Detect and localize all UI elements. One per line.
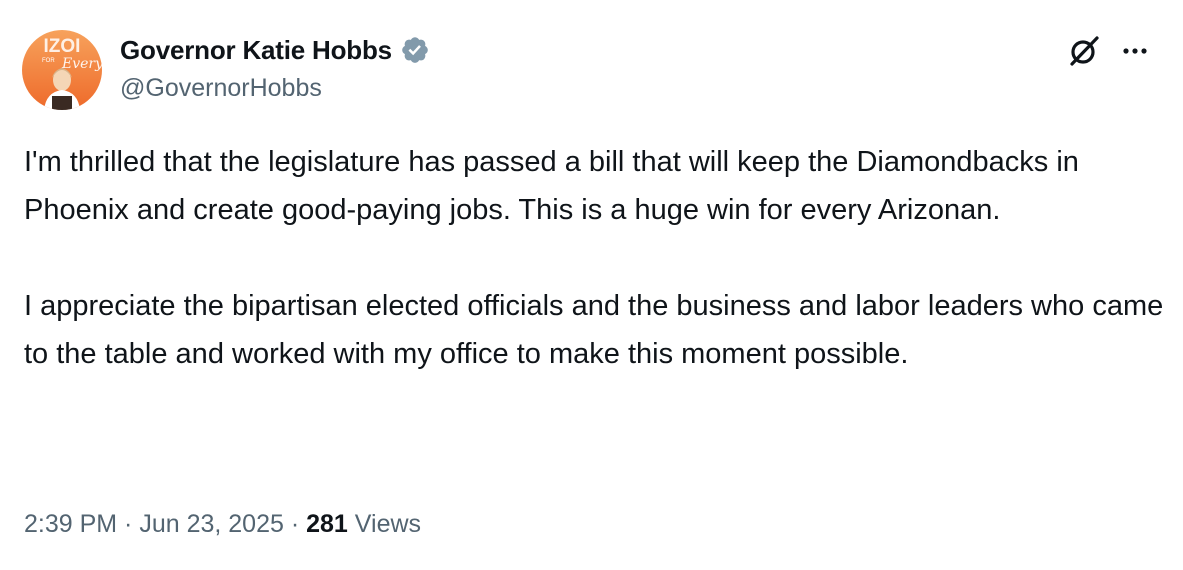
author-handle[interactable]: @GovernorHobbs <box>120 74 430 103</box>
svg-text:Every: Every <box>61 56 102 72</box>
author-block: Governor Katie Hobbs @GovernorHobbs <box>120 30 430 103</box>
tweet-paragraph: I'm thrilled that the legislature has pa… <box>24 146 1079 226</box>
display-name[interactable]: Governor Katie Hobbs <box>120 35 392 66</box>
meta-separator: · <box>117 510 140 538</box>
meta-separator: · <box>283 510 307 538</box>
name-row: Governor Katie Hobbs <box>120 30 430 70</box>
grok-icon[interactable] <box>1066 33 1102 69</box>
views-count: 281 <box>306 510 348 538</box>
avatar[interactable]: IZOI FOR Every <box>22 30 102 110</box>
tweet-text: I'm thrilled that the legislature has pa… <box>24 138 1164 378</box>
tweet-date[interactable]: Jun 23, 2025 <box>139 510 284 538</box>
tweet-meta: 2:39 PM · Jun 23, 2025 · 281 Views <box>24 510 421 539</box>
svg-text:FOR: FOR <box>42 58 55 64</box>
views-label: Views <box>347 510 422 538</box>
more-options-icon[interactable] <box>1120 36 1150 66</box>
svg-text:IZOI: IZOI <box>44 36 81 57</box>
tweet-paragraph: I appreciate the bipartisan elected offi… <box>24 290 1164 370</box>
verified-badge-icon[interactable] <box>400 35 430 65</box>
tweet-time[interactable]: 2:39 PM <box>24 510 117 538</box>
